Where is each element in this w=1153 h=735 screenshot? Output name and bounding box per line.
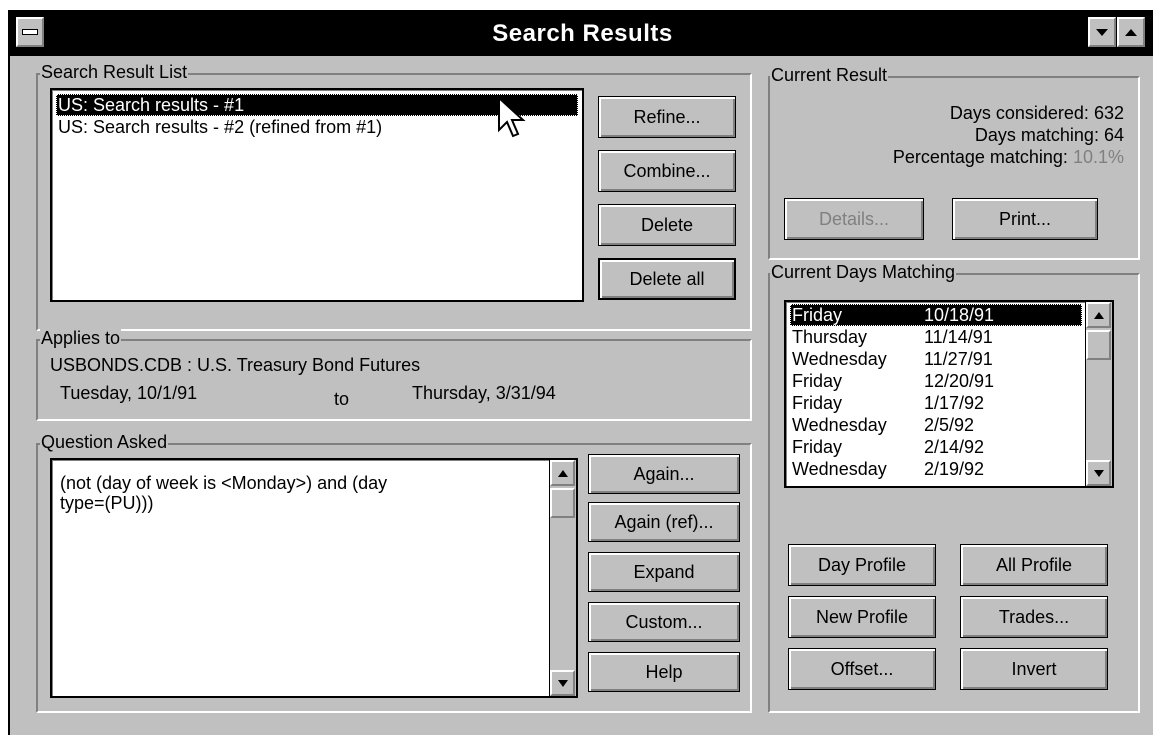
day-row[interactable]: Thursday 11/14/91 (790, 326, 1082, 348)
mouse-pointer-icon (498, 96, 526, 138)
date-cell: 1/17/92 (924, 393, 985, 413)
date-cell: 12/20/91 (924, 371, 995, 391)
days-matching-rows: Friday 10/18/91 Thursday 11/14/91 Wednesda… (786, 302, 1086, 486)
percentage-matching-row: Percentage matching: 10.1% (893, 146, 1124, 168)
percentage-matching-label: Percentage matching: (892, 147, 1068, 167)
date-cell: 10/18/91 (924, 305, 995, 325)
day-row[interactable]: Wednesday 2/19/92 (790, 458, 1082, 480)
maximize-button[interactable] (1117, 17, 1145, 47)
title-bar[interactable]: Search Results (10, 12, 1153, 56)
day-cell: Wednesday (792, 415, 887, 435)
question-text-line: (not (day of week is <Monday>) and (day (60, 473, 388, 493)
all-profile-button[interactable]: All Profile (960, 544, 1108, 586)
date-cell: 2/14/92 (924, 437, 985, 457)
help-button[interactable]: Help (588, 652, 740, 692)
scroll-thumb[interactable] (550, 488, 575, 518)
days-matching-label: Days matching: (974, 125, 1099, 145)
arrow-up-icon (557, 469, 568, 477)
arrow-down-icon (557, 679, 568, 687)
print-button[interactable]: Print... (952, 198, 1098, 240)
scroll-down-button[interactable] (1086, 460, 1111, 486)
days-matching-row: Days matching: 64 (975, 124, 1124, 146)
delete-button[interactable]: Delete (598, 204, 736, 246)
scroll-down-button[interactable] (550, 670, 575, 696)
arrow-down-icon (1093, 469, 1104, 477)
days-scrollbar[interactable] (1085, 302, 1112, 486)
current-days-matching-legend: Current Days Matching (770, 262, 957, 282)
question-text-line: type=(PU))) (60, 493, 154, 513)
percentage-matching-value: 10.1% (1072, 147, 1124, 167)
date-cell: 11/14/91 (924, 327, 993, 347)
days-considered-label: Days considered: (949, 103, 1089, 123)
applies-to-legend: Applies to (40, 328, 122, 348)
day-row[interactable]: Friday 1/17/92 (790, 392, 1082, 414)
search-result-list-legend: Search Result List (40, 62, 189, 82)
days-matching-value: 64 (1103, 125, 1124, 145)
database-name: USBONDS.CDB : U.S. Treasury Bond Futures (50, 355, 421, 375)
window-title: Search Results (492, 20, 673, 47)
day-cell: Wednesday (792, 459, 887, 479)
date-to: Thursday, 3/31/94 (412, 383, 556, 403)
day-cell: Friday (792, 371, 843, 391)
date-range-to-label: to (334, 389, 350, 409)
maximize-icon (1125, 28, 1137, 36)
day-cell: Wednesday (792, 349, 887, 369)
arrow-up-icon (1093, 311, 1104, 319)
new-profile-button[interactable]: New Profile (788, 596, 936, 638)
combine-button[interactable]: Combine... (598, 150, 736, 192)
scroll-up-button[interactable] (1086, 302, 1111, 328)
day-cell: Thursday (792, 327, 868, 347)
invert-button[interactable]: Invert (960, 648, 1108, 690)
offset-button[interactable]: Offset... (788, 648, 936, 690)
search-results-window: Search Results Search Result List US: Se… (8, 10, 1153, 735)
question-asked-legend: Question Asked (40, 432, 169, 452)
day-cell: Friday (792, 437, 843, 457)
day-profile-button[interactable]: Day Profile (788, 544, 936, 586)
minimize-button[interactable] (1088, 17, 1116, 47)
days-considered-value: 632 (1093, 103, 1124, 123)
applies-to-group (36, 339, 752, 421)
day-row[interactable]: Friday 10/18/91 (790, 304, 1082, 326)
question-textbox[interactable]: (not (day of week is <Monday>) and (day … (50, 458, 578, 698)
current-result-legend: Current Result (770, 65, 889, 85)
day-row[interactable]: Wednesday 11/27/91 (790, 348, 1082, 370)
date-cell: 2/5/92 (924, 415, 975, 435)
scroll-thumb[interactable] (1086, 330, 1111, 360)
date-cell: 11/27/91 (924, 349, 993, 369)
expand-button[interactable]: Expand (588, 552, 740, 592)
refine-button[interactable]: Refine... (598, 96, 736, 138)
date-cell: 2/19/92 (924, 459, 985, 479)
days-considered-row: Days considered: 632 (950, 102, 1124, 124)
day-row[interactable]: Friday 12/20/91 (790, 370, 1082, 392)
trades-button[interactable]: Trades... (960, 596, 1108, 638)
days-matching-listbox[interactable]: Friday 10/18/91 Thursday 11/14/91 Wednesda… (784, 300, 1114, 488)
date-from: Tuesday, 10/1/91 (60, 383, 198, 403)
scroll-up-button[interactable] (550, 460, 575, 486)
minimize-icon (1096, 28, 1108, 36)
custom-button[interactable]: Custom... (588, 602, 740, 642)
day-row[interactable]: Wednesday 2/5/92 (790, 414, 1082, 436)
delete-all-button[interactable]: Delete all (598, 258, 736, 300)
day-cell: Friday (792, 305, 843, 325)
again-button[interactable]: Again... (588, 454, 740, 494)
day-cell: Friday (792, 393, 843, 413)
question-scrollbar[interactable] (549, 460, 576, 696)
again-ref-button[interactable]: Again (ref)... (588, 502, 740, 542)
day-row[interactable]: Friday 2/14/92 (790, 436, 1082, 458)
details-button[interactable]: Details... (784, 198, 924, 240)
result-stats: Days considered: 632 Days matching: 64 P… (790, 98, 1124, 178)
